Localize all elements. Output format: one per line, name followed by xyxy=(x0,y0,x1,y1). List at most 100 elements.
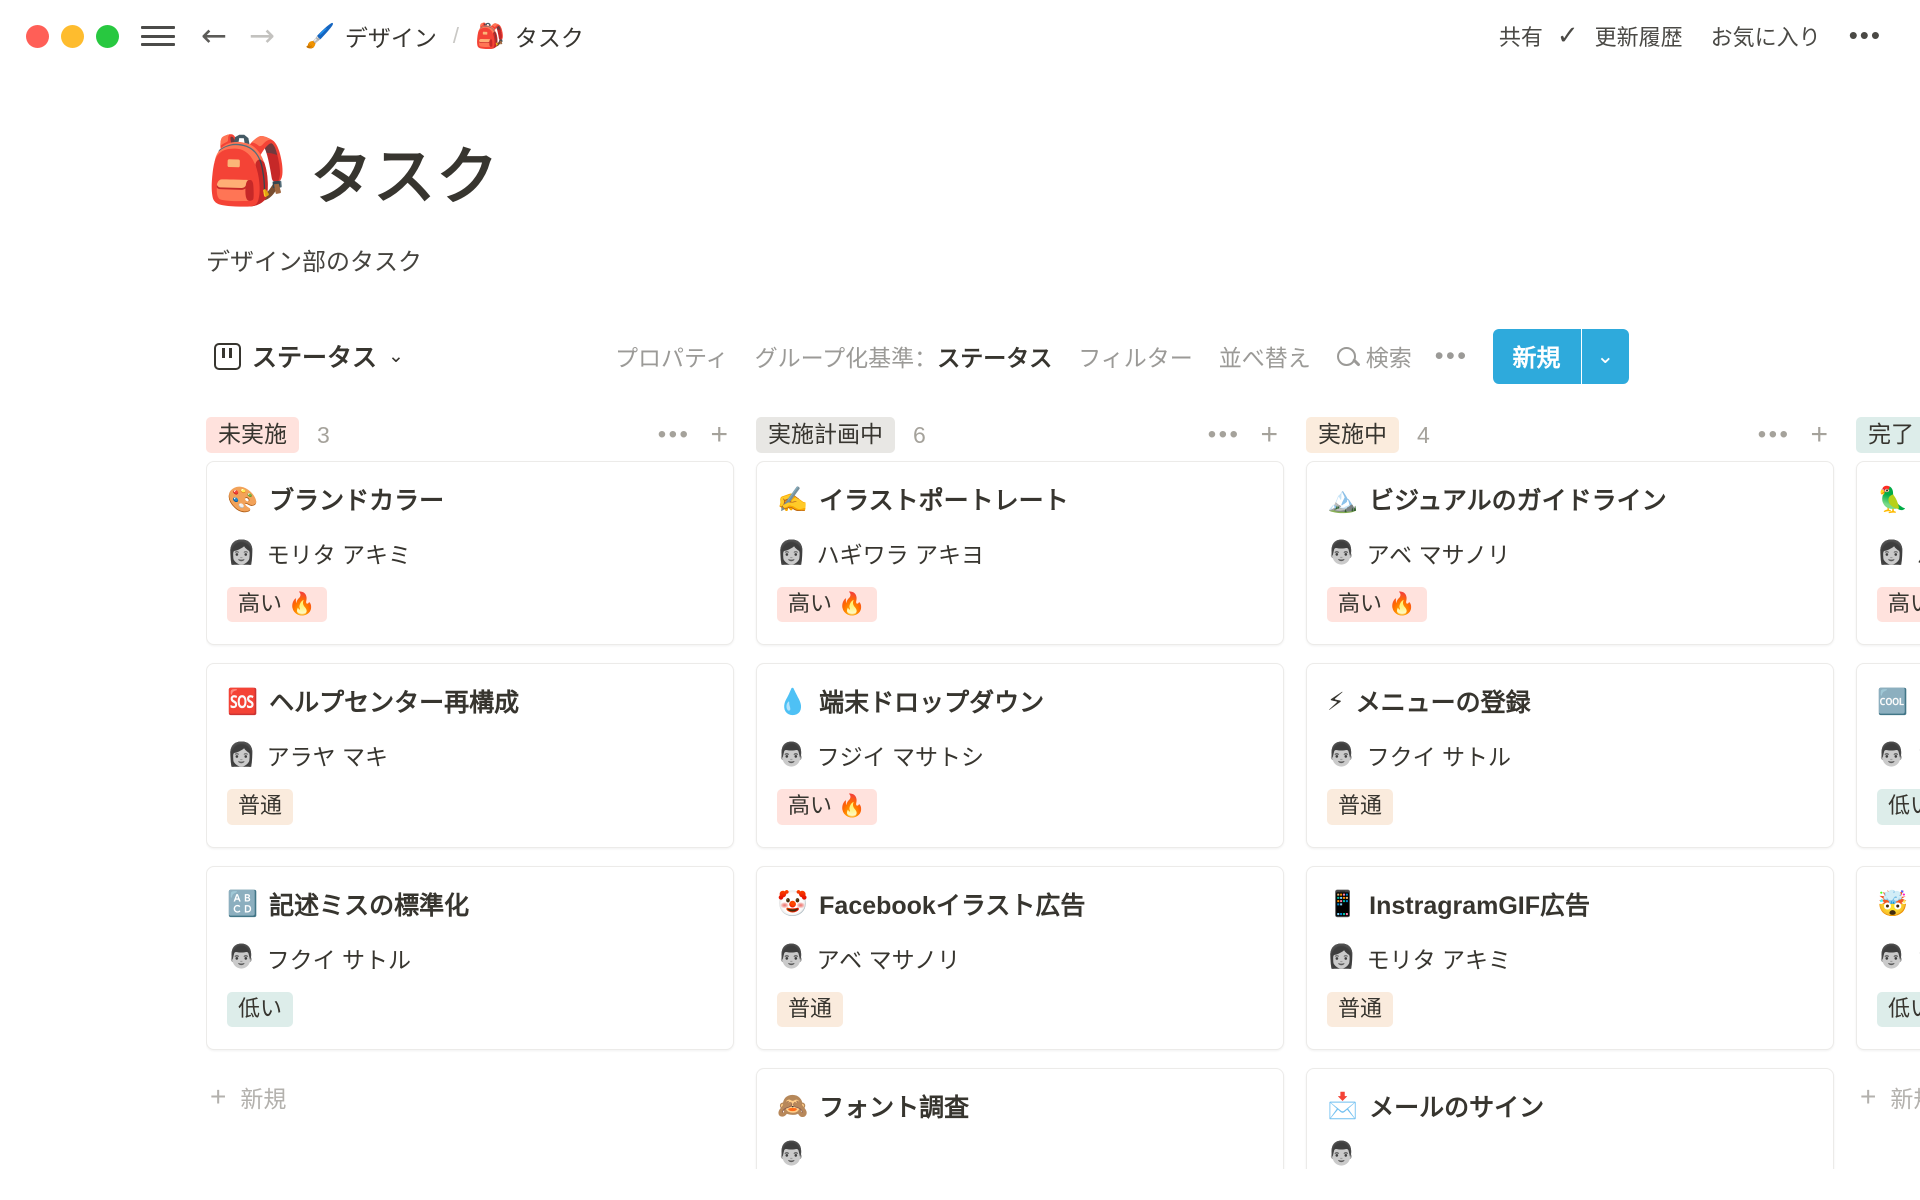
filter-button[interactable]: フィルター xyxy=(1065,334,1206,378)
plus-icon: + xyxy=(210,1086,226,1108)
group-by-button[interactable]: グループ化基準：ステータス xyxy=(742,334,1066,378)
minimize-window-button[interactable] xyxy=(61,25,84,48)
board-card[interactable]: ⚡ メニューの登録 👨 フクイ サトル 普通 xyxy=(1306,663,1834,847)
add-card-label: 新規 xyxy=(1890,1080,1920,1114)
card-assignee: 👩 ハ xyxy=(1877,536,1920,570)
board-card[interactable]: 🤡 Facebookイラスト広告 👨 アベ マサノリ 普通 xyxy=(756,866,1284,1050)
back-arrow-icon[interactable]: ← xyxy=(201,21,227,52)
new-record-dropdown-icon[interactable]: ⌄ xyxy=(1582,329,1630,384)
sort-button[interactable]: 並べ替え xyxy=(1206,334,1324,378)
column-add-icon[interactable]: + xyxy=(1810,424,1828,447)
plus-icon: + xyxy=(1860,1086,1876,1108)
close-window-button[interactable] xyxy=(26,25,49,48)
status-badge[interactable]: 完了 xyxy=(1856,417,1920,453)
column-add-icon[interactable]: + xyxy=(710,424,728,447)
mountain-emoji: 🏔️ xyxy=(1327,487,1358,512)
backpack-emoji[interactable]: 🎒 xyxy=(206,138,288,204)
view-tab-status[interactable]: ステータス ⌄ xyxy=(206,334,412,378)
column-add-icon[interactable]: + xyxy=(1260,424,1278,447)
priority-badge: 高い 🔥 xyxy=(777,789,877,824)
add-card-button[interactable]: + 新規 xyxy=(206,1068,734,1114)
card-assignee: 👩 ハギワラ アキヨ xyxy=(777,536,1263,570)
breadcrumb-item-design[interactable]: 🖌️ デザイン xyxy=(297,16,445,56)
card-title-row: 📱 InstragramGIF広告 xyxy=(1327,886,1813,922)
card-title-row: 🎨 ブランドカラー xyxy=(227,481,713,517)
board-card[interactable]: 📱 InstragramGIF広告 👩 モリタ アキミ 普通 xyxy=(1306,866,1834,1050)
new-record-button-group: 新規 ⌄ xyxy=(1493,329,1630,384)
board-card[interactable]: 🆒 ボ 👨 フ 低い xyxy=(1856,663,1920,847)
card-title-row: 🙈 フォント調査 xyxy=(777,1088,1263,1124)
board-card[interactable]: 📩 メールのサイン 👨 xyxy=(1306,1068,1834,1169)
avatar: 👨 xyxy=(227,946,256,969)
board-card[interactable]: 💧 端末ドロップダウン 👨 フジイ マサトシ 高い 🔥 xyxy=(756,663,1284,847)
card-title: ビジュアルのガイドライン xyxy=(1369,481,1667,517)
board-column-done: 完了 🦜 デ 👩 ハ 高い 🆒 ボ xyxy=(1856,409,1920,1114)
card-assignee: 👩 モリタ アキミ xyxy=(1327,941,1813,975)
board-card[interactable]: 🙈 フォント調査 👨 xyxy=(756,1068,1284,1169)
page-content: 🎒 タスク デザイン部のタスク ステータス ⌄ プロパティ グループ化基準：ステ… xyxy=(0,126,1920,1169)
avatar: 👩 xyxy=(777,542,806,565)
card-title-row: 📩 メールのサイン xyxy=(1327,1088,1813,1124)
cool-emoji: 🆒 xyxy=(1877,689,1908,714)
avatar: 👨 xyxy=(777,946,806,969)
status-badge[interactable]: 実施中 xyxy=(1306,417,1399,453)
sidebar-toggle-icon[interactable] xyxy=(141,23,175,49)
priority-badge: 高い 🔥 xyxy=(1327,587,1427,622)
more-options-icon[interactable]: ••• xyxy=(1835,28,1890,44)
board-column-not-started: 未実施 3 ••• + 🎨 ブランドカラー 👩 モリタ アキミ 高い 🔥 xyxy=(206,409,734,1114)
properties-button[interactable]: プロパティ xyxy=(602,334,742,378)
avatar: 👨 xyxy=(777,744,806,767)
new-record-button[interactable]: 新規 xyxy=(1493,329,1581,384)
board-card[interactable]: ✍️ イラストポートレート 👩 ハギワラ アキヨ 高い 🔥 xyxy=(756,461,1284,645)
mobile-phone-emoji: 📱 xyxy=(1327,891,1358,916)
view-more-icon[interactable]: ••• xyxy=(1425,349,1479,364)
priority-badge: 低い xyxy=(1877,789,1920,824)
add-card-button[interactable]: + 新規 xyxy=(1856,1068,1920,1114)
board-card[interactable]: 🎨 ブランドカラー 👩 モリタ アキミ 高い 🔥 xyxy=(206,461,734,645)
maximize-window-button[interactable] xyxy=(96,25,119,48)
see-no-evil-monkey-emoji: 🙈 xyxy=(777,1093,808,1118)
forward-arrow-icon[interactable]: → xyxy=(249,21,275,52)
assignee-name: フ xyxy=(1917,941,1920,975)
board-card[interactable]: 🤯 ヘ 👨 フ 低い xyxy=(1856,866,1920,1050)
card-title: InstragramGIF広告 xyxy=(1369,886,1590,922)
page-subtitle[interactable]: デザイン部のタスク xyxy=(206,242,1920,277)
card-title: メニューの登録 xyxy=(1356,683,1531,719)
status-badge[interactable]: 未実施 xyxy=(206,417,299,453)
search-button[interactable]: 検索 xyxy=(1324,334,1425,378)
group-by-prefix: グループ化基準： xyxy=(755,345,938,371)
card-title: ブランドカラー xyxy=(269,481,444,517)
board-card[interactable]: 🔠 記述ミスの標準化 👨 フクイ サトル 低い xyxy=(206,866,734,1050)
update-history-button[interactable]: 更新履歴 xyxy=(1581,15,1697,57)
breadcrumb-item-task[interactable]: 🎒 タスク xyxy=(467,16,592,56)
board-card[interactable]: 🆘 ヘルプセンター再構成 👩 アラヤ マキ 普通 xyxy=(206,663,734,847)
column-more-icon[interactable]: ••• xyxy=(658,428,691,442)
card-assignee: 👨 xyxy=(777,1143,1263,1166)
check-icon: ✓ xyxy=(1557,21,1581,51)
priority-badge: 普通 xyxy=(1327,789,1393,824)
column-count: 6 xyxy=(913,422,926,449)
board-card[interactable]: 🏔️ ビジュアルのガイドライン 👨 アベ マサノリ 高い 🔥 xyxy=(1306,461,1834,645)
card-title: Facebookイラスト広告 xyxy=(819,886,1085,922)
page-title[interactable]: タスク xyxy=(310,126,499,216)
card-assignee: 👨 アベ マサノリ xyxy=(1327,536,1813,570)
favorite-button[interactable]: お気に入り xyxy=(1697,15,1835,57)
column-more-icon[interactable]: ••• xyxy=(1758,428,1791,442)
card-title-row: 🏔️ ビジュアルのガイドライン xyxy=(1327,481,1813,517)
paintbrush-emoji: 🖌️ xyxy=(305,24,335,48)
column-count: 3 xyxy=(317,422,330,449)
avatar: 👩 xyxy=(1327,946,1356,969)
assignee-name: モリタ アキミ xyxy=(1367,941,1511,975)
palette-emoji: 🎨 xyxy=(227,487,258,512)
sos-emoji: 🆘 xyxy=(227,689,258,714)
card-assignee: 👩 モリタ アキミ xyxy=(227,536,713,570)
status-badge[interactable]: 実施計画中 xyxy=(756,417,895,453)
share-button[interactable]: 共有 xyxy=(1485,15,1557,57)
board-view-icon xyxy=(214,343,241,370)
board-card[interactable]: 🦜 デ 👩 ハ 高い xyxy=(1856,461,1920,645)
card-title-row: ✍️ イラストポートレート xyxy=(777,481,1263,517)
clown-emoji: 🤡 xyxy=(777,891,808,916)
column-more-icon[interactable]: ••• xyxy=(1208,428,1241,442)
priority-badge: 普通 xyxy=(777,992,843,1027)
card-title: ヘルプセンター再構成 xyxy=(269,683,519,719)
